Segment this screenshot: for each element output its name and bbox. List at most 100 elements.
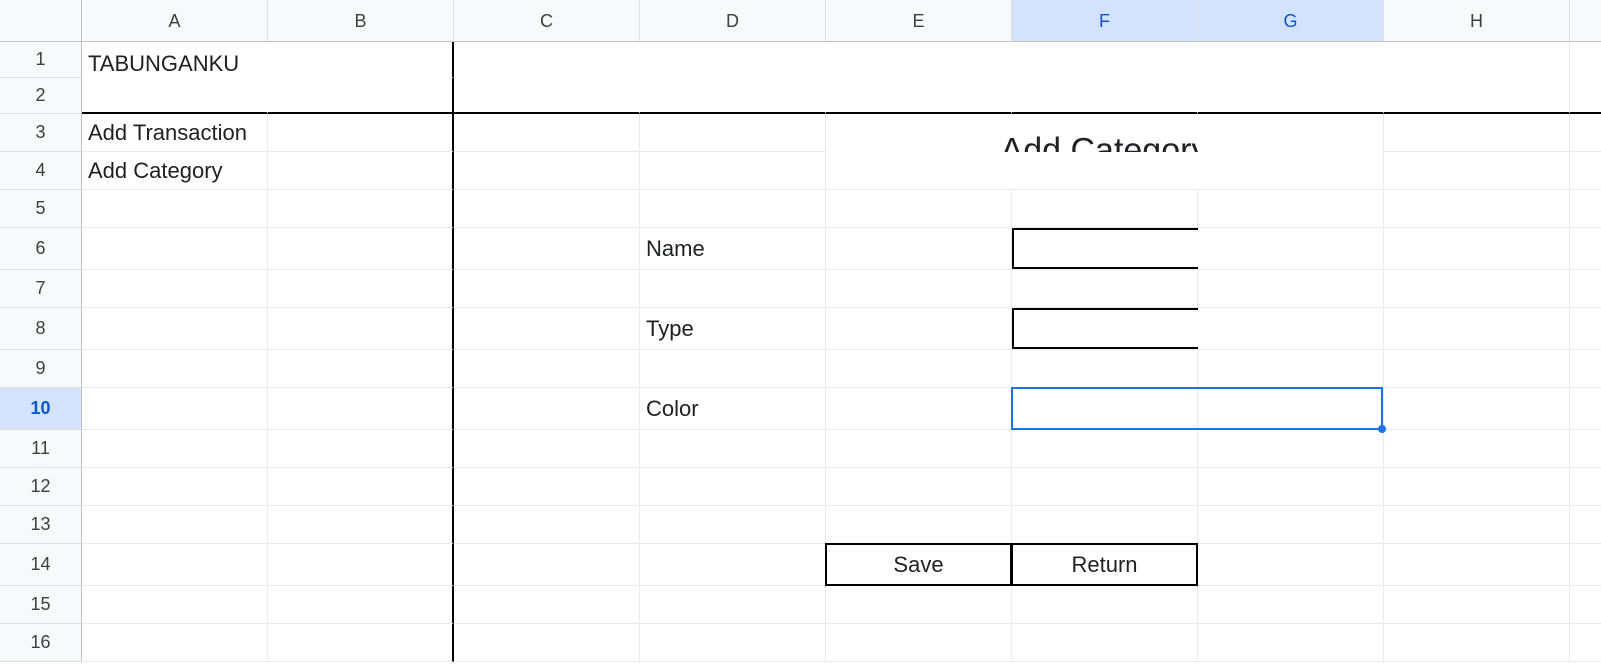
cell-D14[interactable] — [640, 544, 826, 586]
cell-B2[interactable] — [268, 78, 454, 114]
select-all-corner[interactable] — [0, 0, 82, 42]
cell-B4[interactable] — [268, 152, 454, 190]
cell-F12[interactable] — [1012, 468, 1198, 506]
cell-A10[interactable] — [82, 388, 268, 430]
col-header-E[interactable]: E — [826, 0, 1012, 42]
cell-D13[interactable] — [640, 506, 826, 544]
cell-B10[interactable] — [268, 388, 454, 430]
row-header-13[interactable]: 13 — [0, 506, 82, 544]
cell-B13[interactable] — [268, 506, 454, 544]
cell-E12[interactable] — [826, 468, 1012, 506]
col-header-H[interactable]: H — [1384, 0, 1570, 42]
save-button[interactable]: Save — [826, 544, 1012, 586]
cell-D1[interactable] — [640, 42, 826, 78]
cell-F1[interactable] — [1012, 42, 1198, 78]
cell-I11[interactable] — [1570, 430, 1601, 468]
cell-C11[interactable] — [454, 430, 640, 468]
cell-C6[interactable] — [454, 228, 640, 270]
cell-A1[interactable]: TABUNGANKU — [82, 42, 268, 78]
cell-I15[interactable] — [1570, 586, 1601, 624]
col-header-F[interactable]: F — [1012, 0, 1198, 42]
row-header-3[interactable]: 3 — [0, 114, 82, 152]
return-button[interactable]: Return — [1012, 544, 1198, 586]
row-header-15[interactable]: 15 — [0, 586, 82, 624]
row-header-10[interactable]: 10 — [0, 388, 82, 430]
cell-B8[interactable] — [268, 308, 454, 350]
col-header-D[interactable]: D — [640, 0, 826, 42]
cell-E2[interactable] — [826, 78, 1012, 114]
cell-F2[interactable] — [1012, 78, 1198, 114]
cell-C9[interactable] — [454, 350, 640, 388]
cell-H11[interactable] — [1384, 430, 1570, 468]
cell-B3[interactable] — [268, 114, 454, 152]
cell-D2[interactable] — [640, 78, 826, 114]
cell-A13[interactable] — [82, 506, 268, 544]
cell-G5[interactable] — [1198, 190, 1384, 228]
cell-I7[interactable] — [1570, 270, 1601, 308]
cell-H3[interactable] — [1384, 114, 1570, 152]
cell-E6[interactable] — [826, 228, 1012, 270]
cell-F15[interactable] — [1012, 586, 1198, 624]
cell-H15[interactable] — [1384, 586, 1570, 624]
cell-E10[interactable] — [826, 388, 1012, 430]
cell-C16[interactable] — [454, 624, 640, 662]
cell-I8[interactable] — [1570, 308, 1601, 350]
cell-H6[interactable] — [1384, 228, 1570, 270]
color-input[interactable] — [1012, 388, 1198, 430]
cell-B15[interactable] — [268, 586, 454, 624]
cell-B6[interactable] — [268, 228, 454, 270]
cell-F9[interactable] — [1012, 350, 1198, 388]
cell-H4[interactable] — [1384, 152, 1570, 190]
cell-C10[interactable] — [454, 388, 640, 430]
cell-G9[interactable] — [1198, 350, 1384, 388]
cell-I16[interactable] — [1570, 624, 1601, 662]
cell-C7[interactable] — [454, 270, 640, 308]
row-header-6[interactable]: 6 — [0, 228, 82, 270]
cell-G10[interactable] — [1198, 388, 1384, 430]
cell-B5[interactable] — [268, 190, 454, 228]
cell-A14[interactable] — [82, 544, 268, 586]
cell-E9[interactable] — [826, 350, 1012, 388]
cell-I2[interactable] — [1570, 78, 1601, 114]
cell-G16[interactable] — [1198, 624, 1384, 662]
cell-F5[interactable] — [1012, 190, 1198, 228]
cell-A2[interactable] — [82, 78, 268, 114]
cell-E7[interactable] — [826, 270, 1012, 308]
cell-B12[interactable] — [268, 468, 454, 506]
cell-A8[interactable] — [82, 308, 268, 350]
cell-A6[interactable] — [82, 228, 268, 270]
cell-G8[interactable] — [1198, 308, 1384, 350]
cell-C13[interactable] — [454, 506, 640, 544]
cell-B7[interactable] — [268, 270, 454, 308]
cell-G14[interactable] — [1198, 544, 1384, 586]
cell-A16[interactable] — [82, 624, 268, 662]
cell-C2[interactable] — [454, 78, 640, 114]
cell-G15[interactable] — [1198, 586, 1384, 624]
cell-A9[interactable] — [82, 350, 268, 388]
cell-B14[interactable] — [268, 544, 454, 586]
cell-A15[interactable] — [82, 586, 268, 624]
cell-H16[interactable] — [1384, 624, 1570, 662]
cell-G3[interactable] — [1198, 114, 1384, 152]
row-header-9[interactable]: 9 — [0, 350, 82, 388]
cell-H7[interactable] — [1384, 270, 1570, 308]
cell-I13[interactable] — [1570, 506, 1601, 544]
cell-A7[interactable] — [82, 270, 268, 308]
cell-H1[interactable] — [1384, 42, 1570, 78]
cell-I5[interactable] — [1570, 190, 1601, 228]
row-header-2[interactable]: 2 — [0, 78, 82, 114]
cell-A11[interactable] — [82, 430, 268, 468]
cell-G11[interactable] — [1198, 430, 1384, 468]
cell-B16[interactable] — [268, 624, 454, 662]
cell-F4[interactable] — [1012, 152, 1198, 190]
cell-E16[interactable] — [826, 624, 1012, 662]
row-header-5[interactable]: 5 — [0, 190, 82, 228]
cell-H14[interactable] — [1384, 544, 1570, 586]
cell-G6[interactable] — [1198, 228, 1384, 270]
row-header-1[interactable]: 1 — [0, 42, 82, 78]
cell-D15[interactable] — [640, 586, 826, 624]
col-header-C[interactable]: C — [454, 0, 640, 42]
cell-H13[interactable] — [1384, 506, 1570, 544]
row-header-11[interactable]: 11 — [0, 430, 82, 468]
col-header-B[interactable]: B — [268, 0, 454, 42]
